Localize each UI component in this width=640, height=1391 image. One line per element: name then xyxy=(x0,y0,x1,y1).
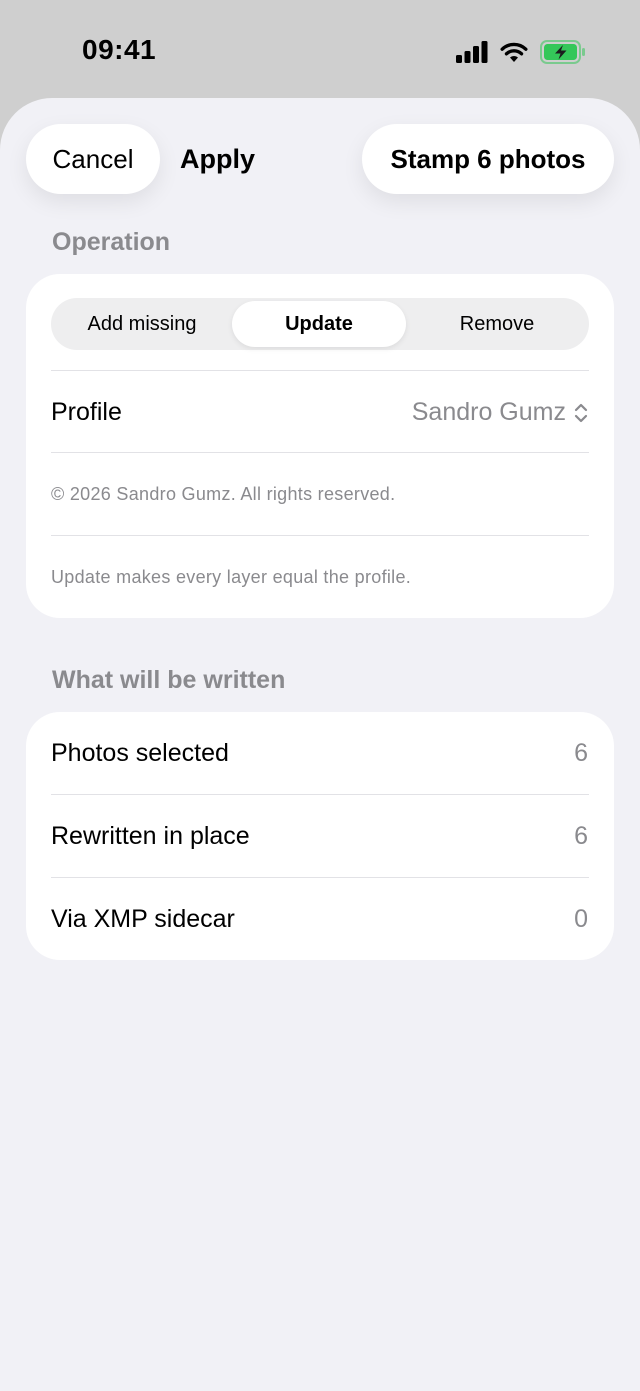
summary-header: What will be written xyxy=(52,666,286,694)
profile-label: Profile xyxy=(51,398,122,426)
copyright-text: © 2026 Sandro Gumz. All rights reserved. xyxy=(51,484,396,504)
divider xyxy=(51,877,589,878)
operation-header: Operation xyxy=(52,228,171,256)
profile-picker[interactable]: Sandro Gumz xyxy=(412,398,588,427)
divider xyxy=(51,535,589,536)
cellular-signal-icon xyxy=(456,41,488,63)
apply-sheet: Cancel Apply Stamp 6 photos Operation Ad… xyxy=(0,98,640,1391)
segment-update[interactable]: Update xyxy=(232,301,406,347)
status-icons xyxy=(456,38,586,66)
operation-description: Update makes every layer equal the profi… xyxy=(51,567,412,587)
cancel-button[interactable]: Cancel xyxy=(26,124,160,194)
sheet-title: Apply xyxy=(180,144,256,174)
divider xyxy=(51,370,589,371)
summary-row-label: Via XMP sidecar xyxy=(51,905,235,933)
chevron-up-down-icon xyxy=(574,403,588,422)
summary-row-label: Photos selected xyxy=(51,739,229,767)
summary-card: Photos selected 6 Rewritten in place 6 V… xyxy=(26,712,614,960)
operation-card: Add missing Update Remove Profile Sandro… xyxy=(26,274,614,618)
status-time: 09:41 xyxy=(82,34,157,65)
wifi-icon xyxy=(500,42,528,62)
summary-row-label: Rewritten in place xyxy=(51,822,250,850)
summary-row-value: 6 xyxy=(574,739,588,767)
summary-row-value: 0 xyxy=(574,905,588,933)
segment-add-missing[interactable]: Add missing xyxy=(54,301,230,347)
operation-segmented-control: Add missing Update Remove xyxy=(51,298,589,350)
stamp-photos-button[interactable]: Stamp 6 photos xyxy=(362,124,614,194)
battery-charging-icon xyxy=(540,40,585,64)
segment-remove[interactable]: Remove xyxy=(408,301,586,347)
summary-row-value: 6 xyxy=(574,822,588,850)
divider xyxy=(51,794,589,795)
profile-value: Sandro Gumz xyxy=(411,398,566,426)
divider xyxy=(51,452,589,453)
status-bar: 09:41 xyxy=(0,0,640,100)
